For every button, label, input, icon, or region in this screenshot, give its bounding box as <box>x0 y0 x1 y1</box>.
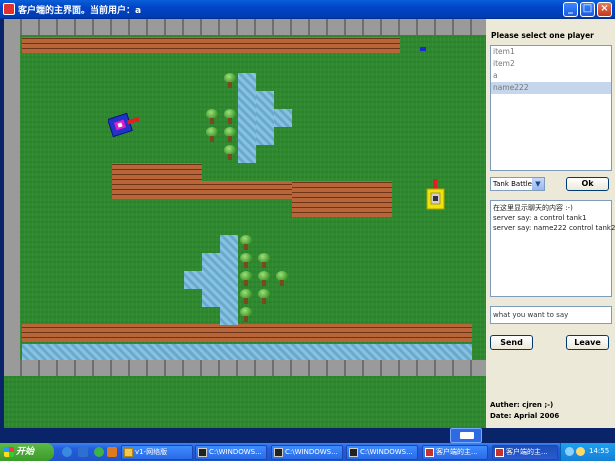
java-app-icon <box>495 448 504 457</box>
control-panel: Please select one player item1 item2 a n… <box>486 19 615 428</box>
tree-icon <box>224 127 236 143</box>
browser-icon[interactable] <box>62 447 72 457</box>
tree-icon <box>240 289 252 305</box>
taskbar-item[interactable]: C:\WINDOWS... <box>346 445 418 460</box>
tree-icon <box>258 289 270 305</box>
volume-icon[interactable] <box>576 447 585 456</box>
tree-icon <box>258 271 270 287</box>
tank2-icon[interactable] <box>426 179 446 213</box>
window-title: 客户端的主界面。当前用户：a <box>18 6 142 16</box>
folder-icon <box>124 448 133 457</box>
list-item[interactable]: a <box>491 70 611 82</box>
clock[interactable]: 14:55 <box>589 447 609 455</box>
start-button[interactable]: 开始 <box>0 443 54 461</box>
system-tray: 14:55 <box>560 443 615 461</box>
taskbar-item[interactable]: 客户端的主... <box>422 445 488 460</box>
water-pool-upper <box>238 73 256 163</box>
explorer-icon[interactable] <box>78 447 88 457</box>
chat-line: server say: name222 control tank2 <box>493 224 615 232</box>
keyboard-language-icon[interactable] <box>450 428 482 443</box>
message-input[interactable]: what you want to say <box>490 306 612 324</box>
taskbar-item-label: C:\WINDOWS... <box>285 448 338 456</box>
game-type-dropdown[interactable]: Tank Battle ▼ <box>490 177 545 191</box>
game-board[interactable] <box>4 19 486 428</box>
tank1-icon[interactable] <box>108 113 144 137</box>
send-button[interactable]: Send <box>490 335 533 350</box>
tree-icon <box>258 253 270 269</box>
tree-icon <box>240 253 252 269</box>
brick-wall-middle-right <box>292 181 392 217</box>
stone-wall-bottom <box>4 360 486 376</box>
tree-icon <box>206 127 218 143</box>
taskbar-item-label: 客户端的主... <box>436 448 478 456</box>
taskbar-item-active[interactable]: 客户端的主... <box>492 445 558 460</box>
tree-icon <box>276 271 288 287</box>
maximize-button[interactable]: □ <box>580 2 595 17</box>
tree-icon <box>224 73 236 89</box>
game-type-value: Tank Battle <box>493 180 532 188</box>
media-icon[interactable] <box>107 447 117 457</box>
tree-icon <box>224 109 236 125</box>
tree-icon <box>206 109 218 125</box>
chat-line: server say: a control tank1 <box>493 214 587 222</box>
chat-display[interactable]: 在这里显示聊天的内容 :-) server say: a control tan… <box>490 200 615 297</box>
taskbar: 开始 v1-网络版 C:\WINDOWS... C:\WINDOWS... C:… <box>0 443 615 461</box>
list-item[interactable]: item2 <box>491 58 611 70</box>
chat-line: 在这里显示聊天的内容 :-) <box>493 204 573 212</box>
messenger-icon[interactable] <box>94 447 104 457</box>
windows-logo-icon <box>4 447 14 457</box>
taskbar-item[interactable]: C:\WINDOWS... <box>271 445 343 460</box>
taskbar-item-label: v1-网络版 <box>135 448 168 456</box>
title-bar: 客户端的主界面。当前用户：a _ □ × <box>0 0 615 19</box>
console-icon <box>274 448 283 457</box>
date-label: Date: Aprial 2006 <box>490 412 560 420</box>
bullet-marker <box>420 47 426 51</box>
close-button[interactable]: × <box>597 2 612 17</box>
start-label: 开始 <box>16 447 35 457</box>
brick-wall-middle <box>202 181 292 199</box>
water-pool-lower <box>220 235 238 325</box>
water-river <box>22 344 472 360</box>
list-item-selected[interactable]: name222 <box>491 82 611 94</box>
tree-icon <box>240 271 252 287</box>
taskbar-item[interactable]: v1-网络版 <box>121 445 193 460</box>
tree-icon <box>240 235 252 251</box>
app-icon <box>3 3 15 15</box>
chevron-down-icon[interactable]: ▼ <box>532 178 544 190</box>
taskbar-item[interactable]: C:\WINDOWS... <box>195 445 267 460</box>
author-label: Auther: cjren ;-) <box>490 401 554 409</box>
water-pool-lower-mid <box>202 253 220 307</box>
list-item[interactable]: item1 <box>491 46 611 58</box>
brick-wall-top <box>22 37 400 53</box>
tree-icon <box>224 145 236 161</box>
console-icon <box>349 448 358 457</box>
tree-icon <box>240 307 252 323</box>
ok-button[interactable]: Ok <box>566 177 609 191</box>
water-pool-upper-mid <box>256 91 274 145</box>
taskbar-item-label: 客户端的主... <box>506 448 548 456</box>
stone-wall-top <box>4 19 486 35</box>
network-icon[interactable] <box>565 447 574 456</box>
leave-button[interactable]: Leave <box>566 335 609 350</box>
brick-wall-middle-left <box>112 163 202 199</box>
console-icon <box>198 448 207 457</box>
select-player-label: Please select one player <box>491 31 594 40</box>
taskbar-item-label: C:\WINDOWS... <box>360 448 413 456</box>
minimize-button[interactable]: _ <box>563 2 578 17</box>
water-pool-lower-left <box>184 271 202 289</box>
brick-wall-bottom <box>22 324 472 342</box>
water-pool-upper-right <box>274 109 292 127</box>
taskbar-item-label: C:\WINDOWS... <box>209 448 262 456</box>
player-list[interactable]: item1 item2 a name222 <box>490 45 612 171</box>
java-app-icon <box>425 448 434 457</box>
stone-wall-left <box>4 19 20 374</box>
